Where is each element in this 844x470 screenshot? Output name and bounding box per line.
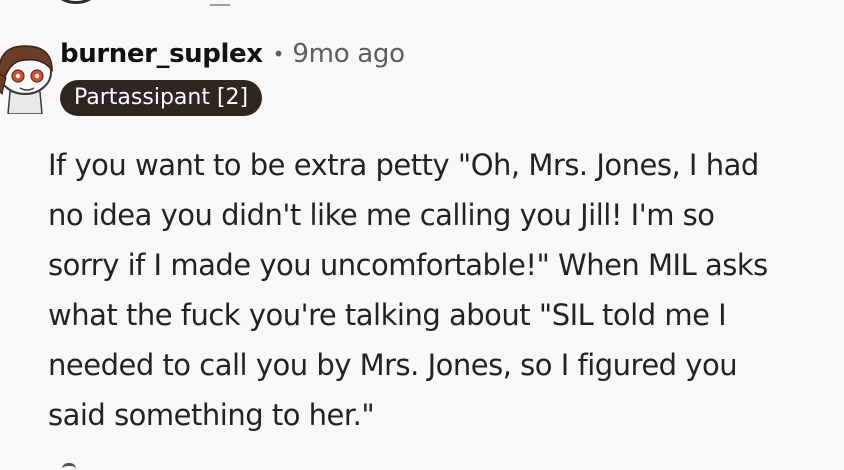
author-username[interactable]: burner_suplex xyxy=(60,39,263,69)
user-flair-badge: Partassipant [2] xyxy=(60,80,263,116)
comment-body-line: needed to call you by Mrs. Jones, so I f… xyxy=(48,348,738,382)
previous-comment-icon-clipped xyxy=(56,0,96,4)
comment-body-line: what the fuck you're talking about "SIL … xyxy=(48,298,727,332)
previous-comment-meta-clipped xyxy=(210,0,230,6)
comment-body-line: no idea you didn't like me calling you J… xyxy=(48,198,715,232)
avatar[interactable] xyxy=(0,36,58,115)
snoo-avatar-icon xyxy=(0,45,53,115)
comment-body-line: said something to her." xyxy=(48,398,375,432)
comment-timestamp[interactable]: 9mo ago xyxy=(292,39,405,69)
comment-meta: burner_suplex • 9mo ago xyxy=(60,36,405,72)
comment-body: If you want to be extra petty "Oh, Mrs. … xyxy=(48,140,840,440)
meta-separator: • xyxy=(272,42,285,66)
action-bar-icon-clipped xyxy=(62,463,76,470)
comment-body-line: If you want to be extra petty "Oh, Mrs. … xyxy=(48,148,759,182)
comment-body-line: sorry if I made you uncomfortable!" When… xyxy=(48,248,768,282)
